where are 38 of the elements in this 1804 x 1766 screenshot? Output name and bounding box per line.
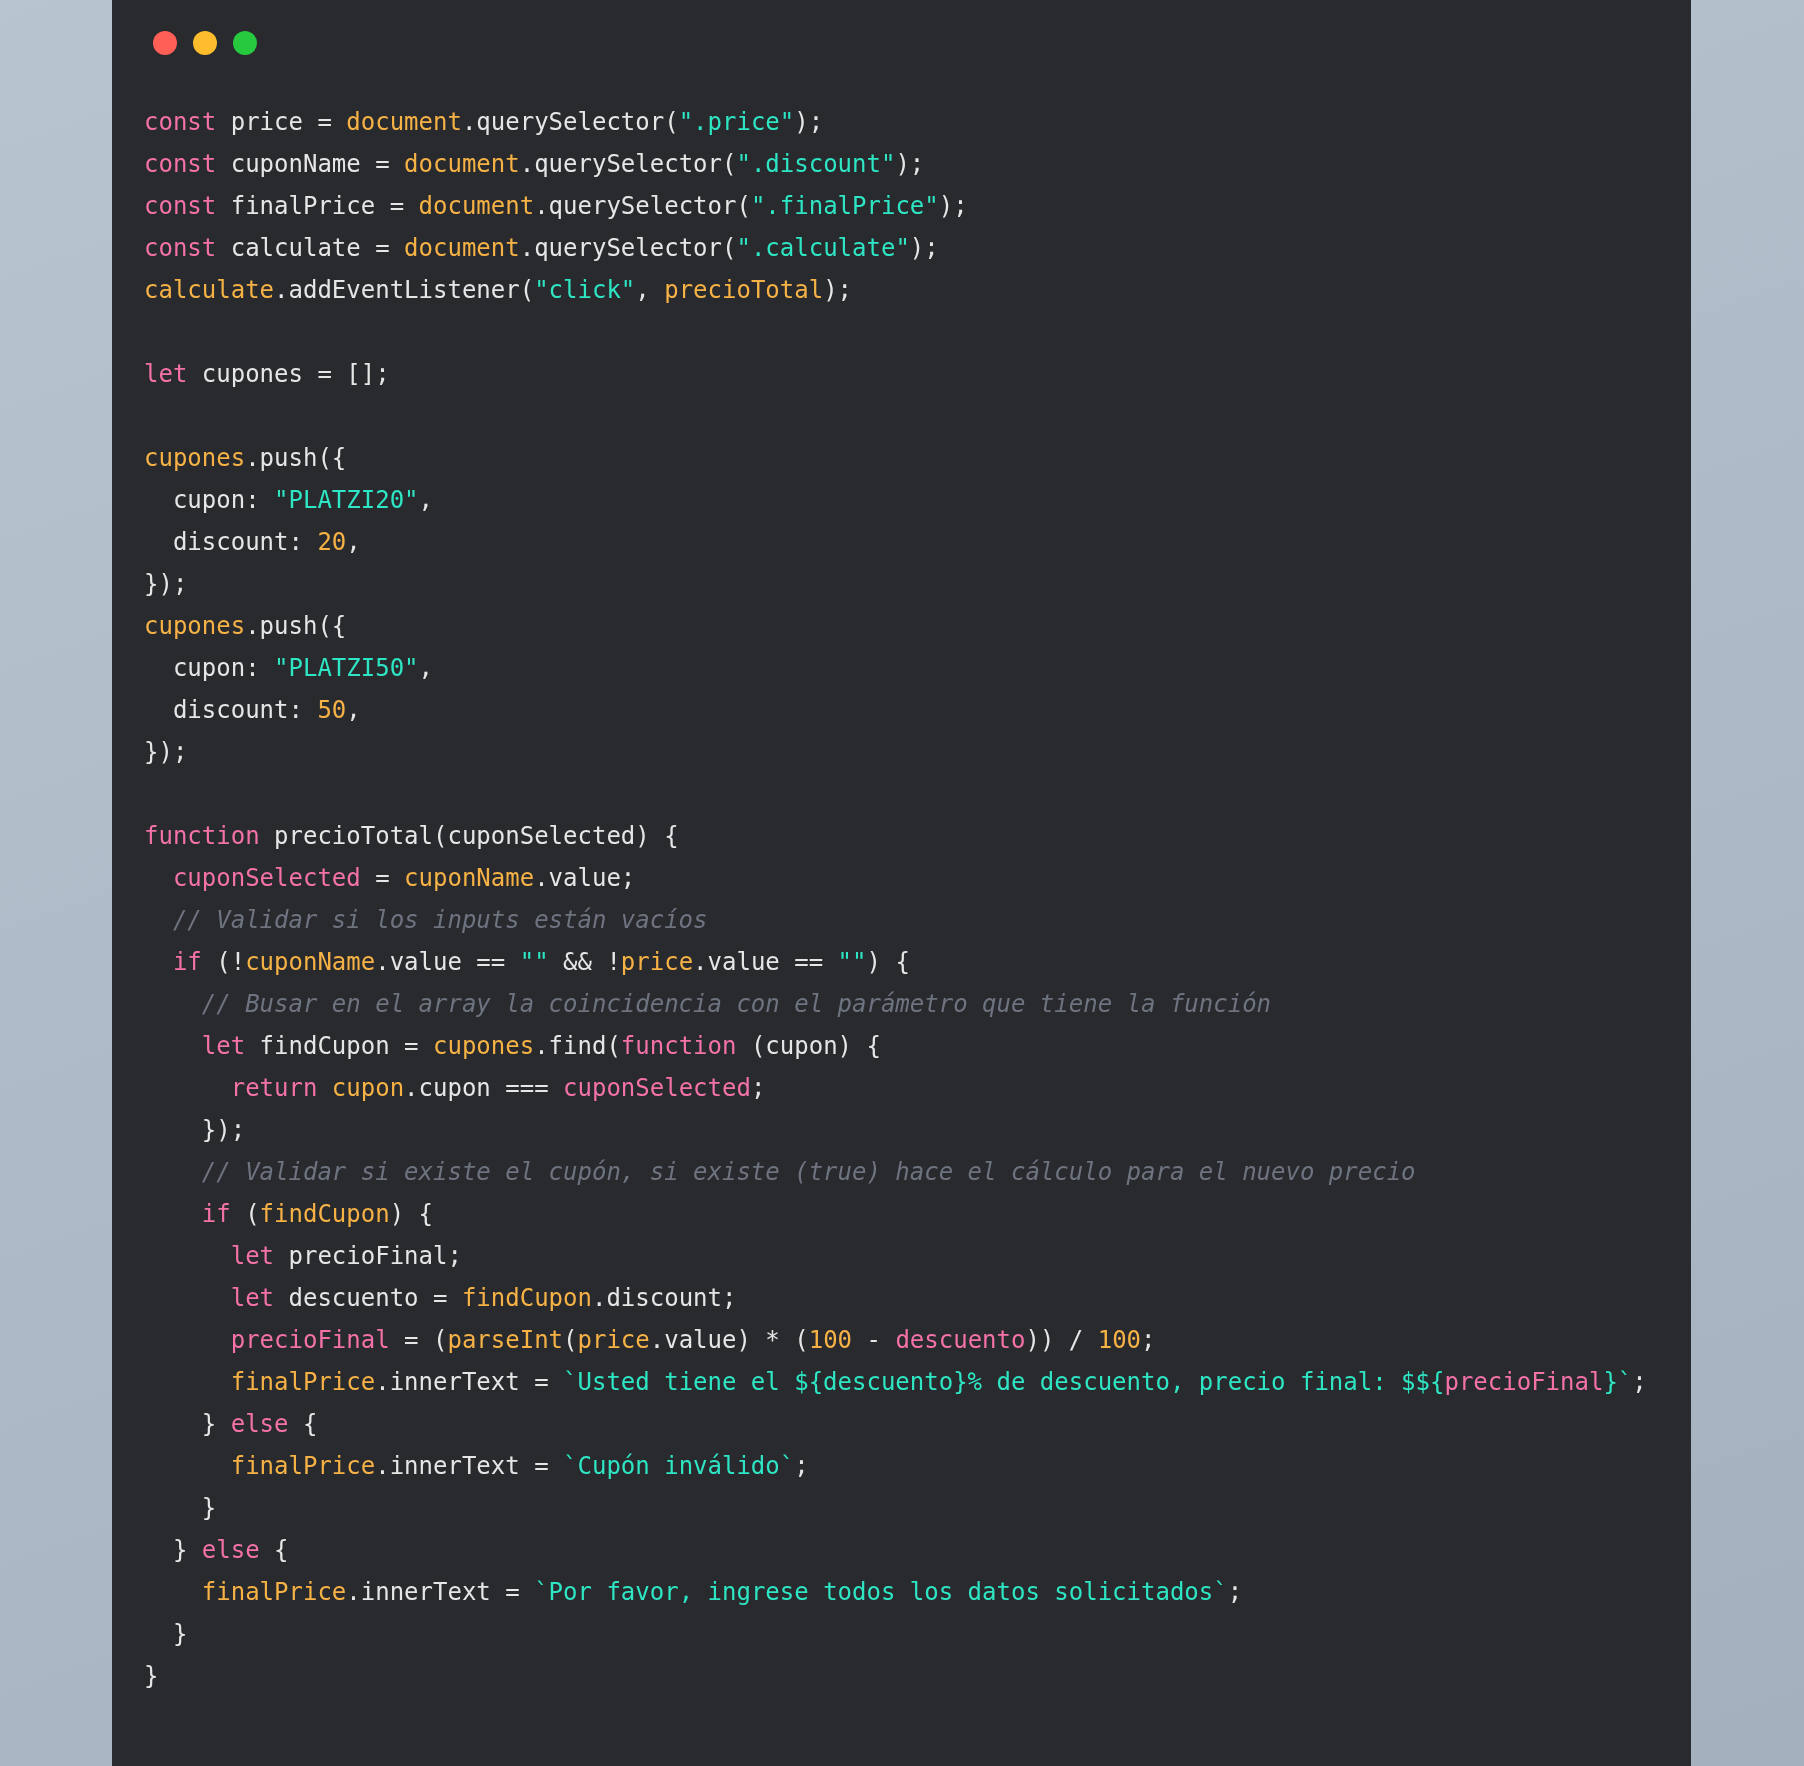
code-line: cupon: "PLATZI50",	[171, 653, 433, 684]
code-line: function precioTotal(cuponSelected) {	[144, 821, 679, 852]
code-line: }	[144, 1661, 159, 1692]
code-line: let precioFinal;	[229, 1241, 462, 1272]
code-line: const calculate = document.querySelector(".calculate");	[144, 233, 939, 264]
code-line: // Validar si existe el cupón, si existe (true) hace el cálculo para el nuevo precio	[200, 1157, 1416, 1188]
code-line: precioFinal = (parseInt(price.value) * (100 - descuento)) / 100;	[229, 1325, 1156, 1356]
code-line: discount: 20,	[171, 527, 361, 558]
code-line: });	[200, 1115, 246, 1146]
code-line: cupones.push({	[144, 611, 347, 642]
code-line: const price = document.querySelector(".price");	[144, 107, 824, 138]
code-line: // Busar en el array la coincidencia con el parámetro que tiene la función	[200, 989, 1272, 1020]
code-line: let cupones = [];	[144, 359, 390, 390]
code-line: finalPrice.innerText = `Por favor, ingrese todos los datos solicitados`;	[200, 1577, 1243, 1608]
code-line: const finalPrice = document.querySelector(".finalPrice");	[144, 191, 968, 222]
code-line: if (findCupon) {	[200, 1199, 433, 1230]
code-line: finalPrice.innerText = `Cupón inválido`;	[229, 1451, 809, 1482]
code-line: cupon: "PLATZI20",	[171, 485, 433, 516]
code-line: cupones.push({	[144, 443, 347, 474]
code-line: } else {	[171, 1535, 289, 1566]
code-line: discount: 50,	[171, 695, 361, 726]
code-line: } else {	[200, 1409, 318, 1440]
code-line: if (!cuponName.value == "" && !price.value == "") {	[171, 947, 910, 978]
code-line: let findCupon = cupones.find(function (cupon) {	[200, 1031, 881, 1062]
window-control-button[interactable]	[153, 31, 177, 55]
window-control-button[interactable]	[193, 31, 217, 55]
window-control-button[interactable]	[233, 31, 257, 55]
code-line: }	[171, 1619, 188, 1650]
code-line: finalPrice.innerText = `Usted tiene el ${descuento}% de descuento, precio final: $${precioFinal}`;	[229, 1367, 1647, 1398]
code-line: // Validar si los inputs están vacíos	[171, 905, 708, 936]
code-line: });	[144, 737, 188, 768]
code-line: });	[144, 569, 188, 600]
code-line: const cuponName = document.querySelector(".discount");	[144, 149, 925, 180]
code-line: }	[200, 1493, 217, 1524]
code-line: calculate.addEventListener("click", precioTotal);	[144, 275, 853, 306]
code-line: cuponSelected = cuponName.value;	[171, 863, 636, 894]
code-line: return cupon.cupon === cuponSelected;	[229, 1073, 766, 1104]
code-line: let descuento = findCupon.discount;	[229, 1283, 737, 1314]
